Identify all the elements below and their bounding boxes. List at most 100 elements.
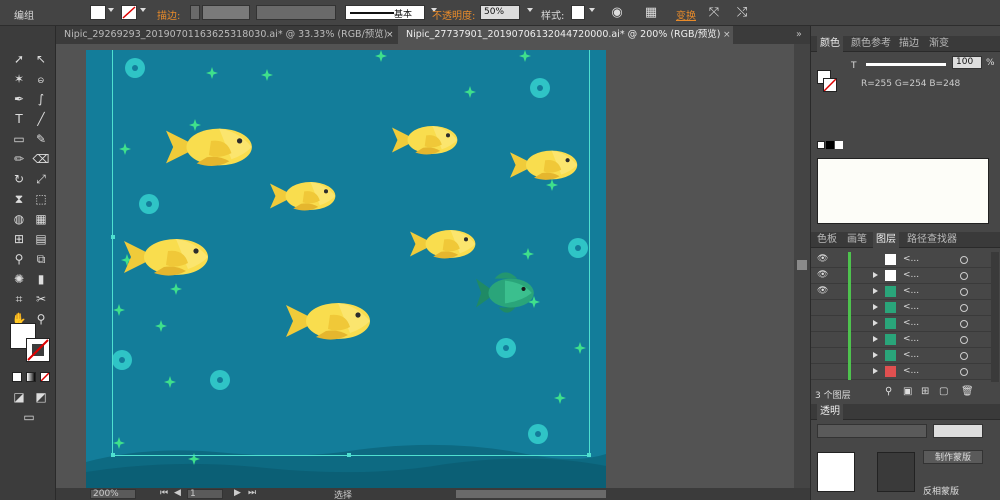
tab-layers[interactable]: 图层 xyxy=(873,232,899,248)
chevron-right-icon[interactable] xyxy=(527,8,533,12)
color-mode-button[interactable] xyxy=(12,372,22,382)
screen-mode-icon[interactable]: ▭ xyxy=(20,408,38,426)
expand-triangle-icon[interactable] xyxy=(873,304,878,310)
selection-tool-icon[interactable]: ➚ xyxy=(10,50,28,68)
selection-handle[interactable] xyxy=(347,453,351,457)
color-spectrum[interactable] xyxy=(817,158,989,224)
expand-triangle-icon[interactable] xyxy=(873,336,878,342)
rectangle-tool-icon[interactable]: ▭ xyxy=(10,130,28,148)
chevron-down-icon[interactable] xyxy=(108,8,114,12)
curvature-tool-icon[interactable]: ∫ xyxy=(32,90,50,108)
layer-row[interactable]: 👁 <... xyxy=(811,252,991,268)
selection-handle[interactable] xyxy=(587,453,591,457)
next-page-icon[interactable]: ▶ xyxy=(234,488,241,498)
zoom-field[interactable]: 200% xyxy=(90,489,136,499)
scrollbar-thumb[interactable] xyxy=(797,260,807,270)
expand-triangle-icon[interactable] xyxy=(873,288,878,294)
tab-transparency[interactable]: 透明 xyxy=(817,404,843,420)
visibility-eye-icon[interactable]: 👁 xyxy=(817,254,828,264)
expand-triangle-icon[interactable] xyxy=(873,352,878,358)
layer-row[interactable]: 👁 <... xyxy=(811,268,991,284)
tab-color-guide[interactable]: 颜色参考 xyxy=(851,36,891,52)
eraser-icon[interactable]: ⌫ xyxy=(32,150,50,168)
tab-swatches[interactable]: 色板 xyxy=(817,232,837,248)
variable-width-profile[interactable] xyxy=(256,5,336,20)
draw-mode-icon[interactable]: ◪ xyxy=(10,388,28,406)
tab-gradient[interactable]: 渐变 xyxy=(929,36,949,52)
visibility-eye-icon[interactable]: 👁 xyxy=(817,270,828,280)
horizontal-scrollbar[interactable] xyxy=(456,490,606,498)
isolate-group-icon[interactable]: ⤧ xyxy=(706,5,722,21)
gradient-tool-icon[interactable]: ▤ xyxy=(32,230,50,248)
tab-document-2[interactable]: Nipic_27737901_20190706132044720000.ai* … xyxy=(398,26,733,44)
target-circle-icon[interactable] xyxy=(960,368,968,376)
target-circle-icon[interactable] xyxy=(960,256,968,264)
tab-color[interactable]: 颜色 xyxy=(817,36,843,52)
document-canvas[interactable] xyxy=(56,44,810,488)
shape-builder-icon[interactable]: ◍ xyxy=(10,210,28,228)
tint-slider[interactable] xyxy=(866,63,946,66)
tab-brushes[interactable]: 画笔 xyxy=(847,232,867,248)
target-circle-icon[interactable] xyxy=(960,288,968,296)
target-circle-icon[interactable] xyxy=(960,352,968,360)
brush-definition[interactable]: 基本 xyxy=(345,5,425,20)
scale-tool-icon[interactable]: ⤢ xyxy=(32,170,50,188)
new-layer-icon[interactable]: ▢ xyxy=(939,386,948,397)
artboard-number-field[interactable]: 1 xyxy=(187,489,223,499)
chevron-double-right-icon[interactable]: » xyxy=(788,26,808,44)
chevron-down-icon[interactable] xyxy=(589,8,595,12)
expand-triangle-icon[interactable] xyxy=(873,320,878,326)
pen-tool-icon[interactable]: ✒ xyxy=(10,90,28,108)
stroke-swatch[interactable] xyxy=(121,5,137,20)
transparency-opacity-field[interactable] xyxy=(933,424,983,438)
layer-row[interactable]: <... xyxy=(811,332,991,348)
chevron-down-icon[interactable] xyxy=(140,8,146,12)
blend-tool-icon[interactable]: ⧉ xyxy=(32,250,50,268)
perspective-grid-icon[interactable]: ▦ xyxy=(32,210,50,228)
direct-selection-tool-icon[interactable]: ↖ xyxy=(32,50,50,68)
last-page-icon[interactable]: ⏭ xyxy=(248,488,256,498)
selection-bounding-box[interactable] xyxy=(111,50,591,457)
close-icon[interactable]: × xyxy=(386,26,394,44)
tab-stroke[interactable]: 描边 xyxy=(899,36,919,52)
magic-wand-icon[interactable]: ✶ xyxy=(10,70,28,88)
artboard[interactable] xyxy=(86,50,606,488)
none-swatch[interactable] xyxy=(817,141,825,149)
transform-each-icon[interactable]: ⤭ xyxy=(734,5,750,21)
layer-row[interactable]: 👁 <... xyxy=(811,284,991,300)
symbol-sprayer-icon[interactable]: ✺ xyxy=(10,270,28,288)
layer-row[interactable]: <... xyxy=(811,364,991,380)
layer-row[interactable]: <... xyxy=(811,316,991,332)
target-circle-icon[interactable] xyxy=(960,304,968,312)
white-swatch[interactable] xyxy=(835,141,843,149)
tab-document-1[interactable]: Nipic_29269293_20190701163625318030.ai* … xyxy=(56,26,396,44)
draw-behind-icon[interactable]: ◩ xyxy=(32,388,50,406)
trash-icon[interactable]: 🗑 xyxy=(961,386,974,397)
artboard-tool-icon[interactable]: ⌗ xyxy=(10,290,28,308)
type-tool-icon[interactable]: T xyxy=(10,110,28,128)
layer-row[interactable]: <... xyxy=(811,300,991,316)
selection-handle[interactable] xyxy=(111,453,115,457)
target-circle-icon[interactable] xyxy=(960,320,968,328)
opacity-field[interactable]: 50% xyxy=(480,5,520,20)
expand-triangle-icon[interactable] xyxy=(873,272,878,278)
free-transform-icon[interactable]: ⬚ xyxy=(32,190,50,208)
align-icon[interactable]: ▦ xyxy=(643,5,659,21)
stroke-color-box[interactable] xyxy=(26,338,50,362)
new-sublayer-icon[interactable]: ⊞ xyxy=(921,386,929,397)
target-circle-icon[interactable] xyxy=(960,336,968,344)
color-stroke-swatch[interactable] xyxy=(823,78,837,92)
pencil-tool-icon[interactable]: ✏ xyxy=(10,150,28,168)
width-tool-icon[interactable]: ⧗ xyxy=(10,190,28,208)
blend-mode-select[interactable] xyxy=(817,424,927,438)
gradient-mode-button[interactable] xyxy=(26,372,36,382)
stroke-weight-stepper[interactable] xyxy=(190,5,200,20)
graphic-style-swatch[interactable] xyxy=(571,5,585,20)
black-swatch[interactable] xyxy=(826,141,834,149)
previous-page-icon[interactable]: ◀ xyxy=(174,488,181,498)
vertical-scrollbar[interactable] xyxy=(794,44,810,488)
eyedropper-icon[interactable]: ⚲ xyxy=(10,250,28,268)
target-circle-icon[interactable] xyxy=(960,272,968,280)
recolor-icon[interactable]: ◉ xyxy=(609,5,625,21)
layer-row[interactable]: <... xyxy=(811,348,991,364)
